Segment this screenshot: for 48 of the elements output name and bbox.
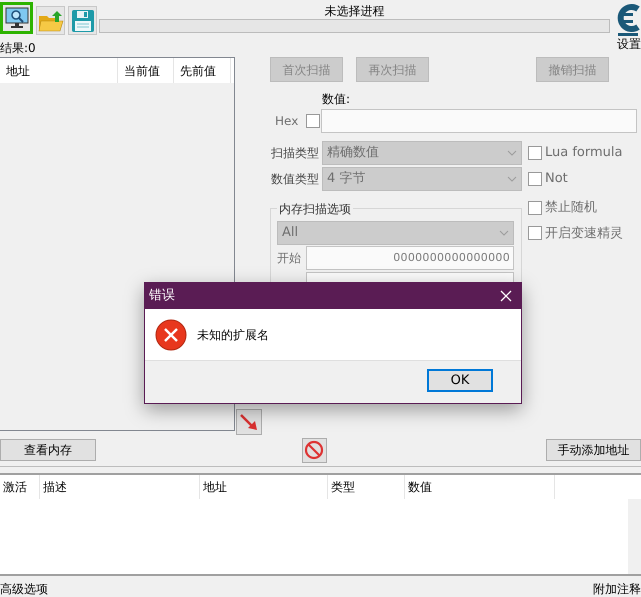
results-count: 结果:0 bbox=[0, 41, 37, 55]
group-title: 内存扫描选项 bbox=[277, 200, 353, 218]
checkbox[interactable] bbox=[528, 172, 542, 186]
column-header[interactable]: 数值 bbox=[405, 475, 555, 499]
value-type-label: 数值类型 bbox=[271, 171, 320, 188]
scan-type-label: 扫描类型 bbox=[271, 145, 320, 162]
toolbar-button[interactable] bbox=[0, 2, 33, 34]
column-header[interactable]: 当前值 bbox=[118, 58, 174, 83]
process-title: 未选择进程 bbox=[324, 3, 386, 19]
folder-upload-icon bbox=[38, 10, 64, 32]
advanced-options-link[interactable]: 高级选项 bbox=[0, 580, 48, 597]
error-icon bbox=[155, 318, 187, 350]
value-label: 数值: bbox=[322, 91, 352, 107]
hex-label: Hex bbox=[275, 113, 300, 130]
add-to-list-button[interactable] bbox=[236, 409, 262, 435]
add-address-button[interactable]: 手动添加地址 bbox=[546, 439, 641, 461]
option-label: 禁止随机 bbox=[545, 199, 597, 217]
monitor-search-icon bbox=[4, 7, 28, 29]
value-input[interactable] bbox=[321, 109, 637, 133]
clear-list-button[interactable] bbox=[302, 438, 326, 462]
option-label: Lua formula bbox=[545, 144, 622, 162]
dropdown-caret-icon bbox=[499, 230, 509, 236]
column-header[interactable]: 类型 bbox=[328, 475, 405, 499]
column-header[interactable]: 地址 bbox=[0, 58, 118, 83]
checkbox[interactable] bbox=[528, 146, 542, 160]
comments-link[interactable]: 附加注释 bbox=[593, 580, 641, 597]
checkbox[interactable] bbox=[306, 114, 320, 128]
error-message: 未知的扩展名 bbox=[197, 326, 269, 344]
column-header[interactable]: 激活 bbox=[0, 475, 40, 499]
column-header[interactable]: 先前值 bbox=[174, 58, 231, 83]
dropdown-caret-icon bbox=[507, 176, 517, 182]
option-label: 开启变速精灵 bbox=[545, 224, 623, 242]
start-label: 开始 bbox=[277, 250, 302, 267]
dialog-title: 错误 bbox=[149, 287, 175, 306]
checkbox[interactable] bbox=[528, 200, 542, 215]
scrollbar[interactable] bbox=[628, 499, 641, 574]
column-header[interactable]: 地址 bbox=[200, 475, 328, 499]
option-label: Not bbox=[545, 170, 568, 188]
logo-icon[interactable] bbox=[615, 3, 641, 37]
column-header[interactable]: 描述 bbox=[40, 475, 200, 499]
dropdown-caret-icon bbox=[507, 150, 517, 156]
start-address-field[interactable]: 0000000000000000 bbox=[306, 246, 514, 270]
settings-link[interactable]: 设置 bbox=[617, 37, 641, 51]
memory-view-button[interactable]: 查看内存 bbox=[0, 439, 96, 461]
arrow-icon bbox=[239, 412, 259, 432]
ok-button[interactable]: OK bbox=[427, 369, 493, 392]
checkbox[interactable] bbox=[528, 226, 542, 240]
prohibited-icon bbox=[304, 440, 324, 460]
